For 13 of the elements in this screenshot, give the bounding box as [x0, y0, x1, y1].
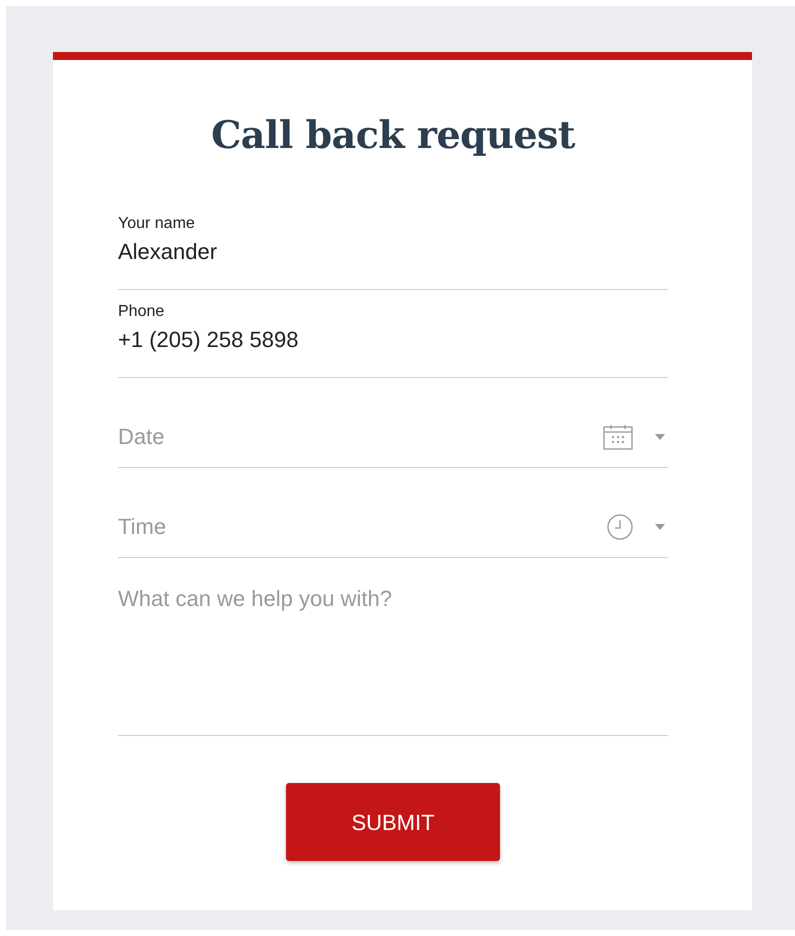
calendar-icon	[603, 424, 633, 450]
field-label: Your name	[118, 214, 195, 234]
input-field[interactable]: Time	[118, 510, 607, 543]
caret-icon	[655, 434, 665, 440]
clock-icon	[607, 514, 633, 540]
textarea-field[interactable]: What can we help you with?	[118, 582, 668, 702]
field-label: Phone	[118, 302, 164, 322]
submit-button[interactable]: SUBMIT	[286, 783, 500, 861]
input-field[interactable]: Alexander	[118, 238, 668, 266]
form-title: Call back request	[210, 111, 576, 159]
input-field[interactable]: +1 (205) 258 5898	[118, 326, 668, 354]
caret-icon	[655, 524, 665, 530]
input-field[interactable]: Date	[118, 420, 603, 453]
